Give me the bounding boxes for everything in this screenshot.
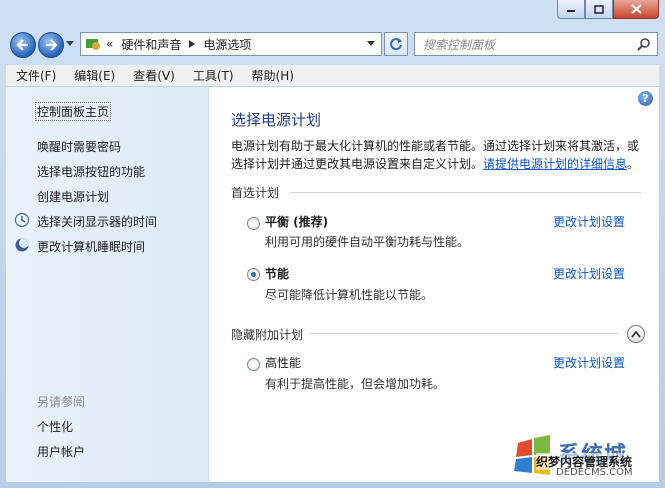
navigation-bar: « 硬件和声音 电源选项 搜索控制面板 <box>0 22 665 62</box>
description-line-2: 选择计划并通过更改其电源设置来自定义计划。 <box>231 157 484 171</box>
create-plan-link[interactable]: 创建电源计划 <box>37 188 109 205</box>
control-panel-home-link[interactable]: 控制面板主页 <box>35 102 112 121</box>
user-accounts-link[interactable]: 用户帐户 <box>37 443 85 460</box>
page-description: 电源计划有助于最大化计算机的性能或者节能。通过选择计划来将其激活，或 选择计划并… <box>231 137 646 173</box>
high-performance-change-settings-link[interactable]: 更改计划设置 <box>553 354 625 371</box>
address-dropdown-icon[interactable] <box>367 41 375 47</box>
plan-details-link[interactable]: 请提供电源计划的详细信息 <box>483 157 627 171</box>
preferred-divider <box>289 192 641 193</box>
high-performance-plan-desc: 有利于提高性能，但会增加功耗。 <box>265 377 446 391</box>
menu-help[interactable]: 帮助(H) <box>242 67 302 84</box>
balanced-radio[interactable] <box>247 217 260 230</box>
watermark-url: DEDECMS.COM <box>556 467 633 478</box>
chevron-up-icon <box>631 330 641 338</box>
address-bar[interactable]: « 硬件和声音 电源选项 <box>80 32 382 56</box>
forward-button[interactable] <box>38 32 64 58</box>
help-icon: ? <box>642 92 649 105</box>
description-period: 。 <box>627 157 640 171</box>
power-button-link[interactable]: 选择电源按钮的功能 <box>37 163 145 180</box>
search-box[interactable]: 搜索控制面板 <box>414 32 658 56</box>
sleep-moon-icon <box>15 238 29 252</box>
task-pane: 控制面板主页 唤醒时需要密码 选择电源按钮的功能 创建电源计划 选择关闭显示器的… <box>6 87 209 482</box>
arrow-right-icon <box>46 39 58 51</box>
page-title: 选择电源计划 <box>231 111 322 129</box>
minimize-button[interactable] <box>557 0 585 19</box>
wake-password-link[interactable]: 唤醒时需要密码 <box>37 138 121 155</box>
balanced-change-settings-link[interactable]: 更改计划设置 <box>553 213 625 230</box>
maximize-icon <box>594 4 604 14</box>
search-input[interactable]: 搜索控制面板 <box>415 36 637 53</box>
sleep-time-link[interactable]: 更改计算机睡眠时间 <box>37 238 145 255</box>
balanced-plan-name[interactable]: 平衡 (推荐) <box>265 213 328 230</box>
high-performance-radio[interactable] <box>247 358 260 371</box>
display-clock-icon <box>14 212 30 228</box>
help-button[interactable]: ? <box>638 91 653 106</box>
close-button[interactable] <box>613 0 659 19</box>
maximize-button[interactable] <box>585 0 613 19</box>
breadcrumb-item-hardware-sound[interactable]: 硬件和声音 <box>121 36 181 53</box>
breadcrumb-prefix[interactable]: « <box>106 37 113 51</box>
power-saver-radio[interactable] <box>247 268 260 281</box>
refresh-icon <box>390 38 402 51</box>
high-performance-plan-name[interactable]: 高性能 <box>265 354 301 371</box>
personalization-link[interactable]: 个性化 <box>37 418 73 435</box>
menu-file[interactable]: 文件(F) <box>6 67 64 84</box>
caption-buttons <box>557 0 659 20</box>
chevron-right-icon[interactable] <box>189 40 196 48</box>
minimize-icon <box>567 10 575 12</box>
hidden-plans-heading[interactable]: 隐藏附加计划 <box>231 326 303 343</box>
display-off-time-link[interactable]: 选择关闭显示器的时间 <box>37 213 157 230</box>
window-frame: « 硬件和声音 电源选项 搜索控制面板 文件(F) 编辑(E) 查看(V) 工具… <box>0 0 665 488</box>
refresh-button[interactable] <box>384 32 408 56</box>
history-dropdown-icon[interactable] <box>66 41 74 47</box>
search-icon[interactable] <box>637 37 651 51</box>
breadcrumb-item-power-options[interactable]: 电源选项 <box>203 36 251 53</box>
arrow-left-icon <box>16 39 28 51</box>
watermark: 系统城 织梦内容管理系统 DEDECMS.COM <box>510 433 660 483</box>
hidden-divider <box>309 333 619 334</box>
menu-bar: 文件(F) 编辑(E) 查看(V) 工具(T) 帮助(H) <box>6 65 659 87</box>
power-saver-plan-name[interactable]: 节能 <box>265 265 289 282</box>
preferred-plans-heading: 首选计划 <box>231 186 280 200</box>
close-icon <box>630 4 642 14</box>
collapse-hidden-plans-button[interactable] <box>627 325 645 343</box>
power-saver-plan-desc: 尽可能降低计算机性能以节能。 <box>265 288 434 302</box>
menu-view[interactable]: 查看(V) <box>123 67 183 84</box>
balanced-plan-desc: 利用可用的硬件自动平衡功耗与性能。 <box>265 235 470 249</box>
control-panel-icon <box>86 39 100 50</box>
content-pane: ? 选择电源计划 电源计划有助于最大化计算机的性能或者节能。通过选择计划来将其激… <box>209 87 659 482</box>
see-also-heading: 另请参阅 <box>37 395 86 409</box>
description-line-1: 电源计划有助于最大化计算机的性能或者节能。通过选择计划来将其激活，或 <box>231 139 640 153</box>
power-saver-change-settings-link[interactable]: 更改计划设置 <box>553 265 625 282</box>
menu-edit[interactable]: 编辑(E) <box>64 67 123 84</box>
menu-tools[interactable]: 工具(T) <box>183 67 242 84</box>
back-button[interactable] <box>10 32 36 58</box>
